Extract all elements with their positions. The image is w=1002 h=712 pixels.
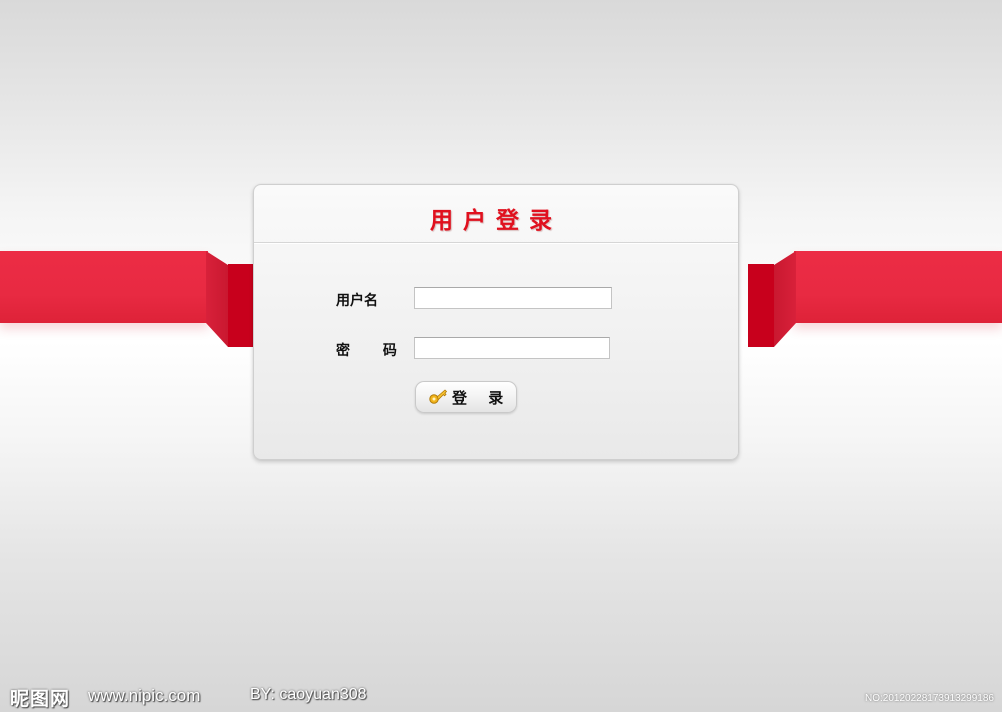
- ribbon-under-left: [228, 264, 254, 347]
- ribbon-band-left: [0, 251, 208, 323]
- login-panel-header: 用户登录: [254, 185, 738, 243]
- ribbon-band-right: [794, 251, 1002, 323]
- ribbon-fold-right: [774, 251, 796, 347]
- login-button-label: 登 录: [452, 388, 512, 407]
- username-input[interactable]: [414, 287, 612, 309]
- password-input[interactable]: [414, 337, 610, 359]
- watermark-site: www.nipic.com: [88, 686, 201, 705]
- password-label: 密 码: [336, 343, 411, 359]
- watermark-author: BY: caoyuan308: [250, 686, 367, 703]
- username-label: 用户名: [336, 293, 378, 309]
- login-panel: 用户登录 用户名 密 码 登 录: [253, 184, 739, 460]
- login-title: 用户登录: [430, 207, 562, 234]
- watermark-number: NO:20120228173913299186: [864, 693, 994, 704]
- watermark-logo: 昵图网: [10, 688, 71, 710]
- ribbon-under-right: [748, 264, 774, 347]
- ribbon-fold-left: [206, 251, 228, 347]
- key-icon: [428, 387, 448, 407]
- login-button[interactable]: 登 录: [415, 381, 517, 413]
